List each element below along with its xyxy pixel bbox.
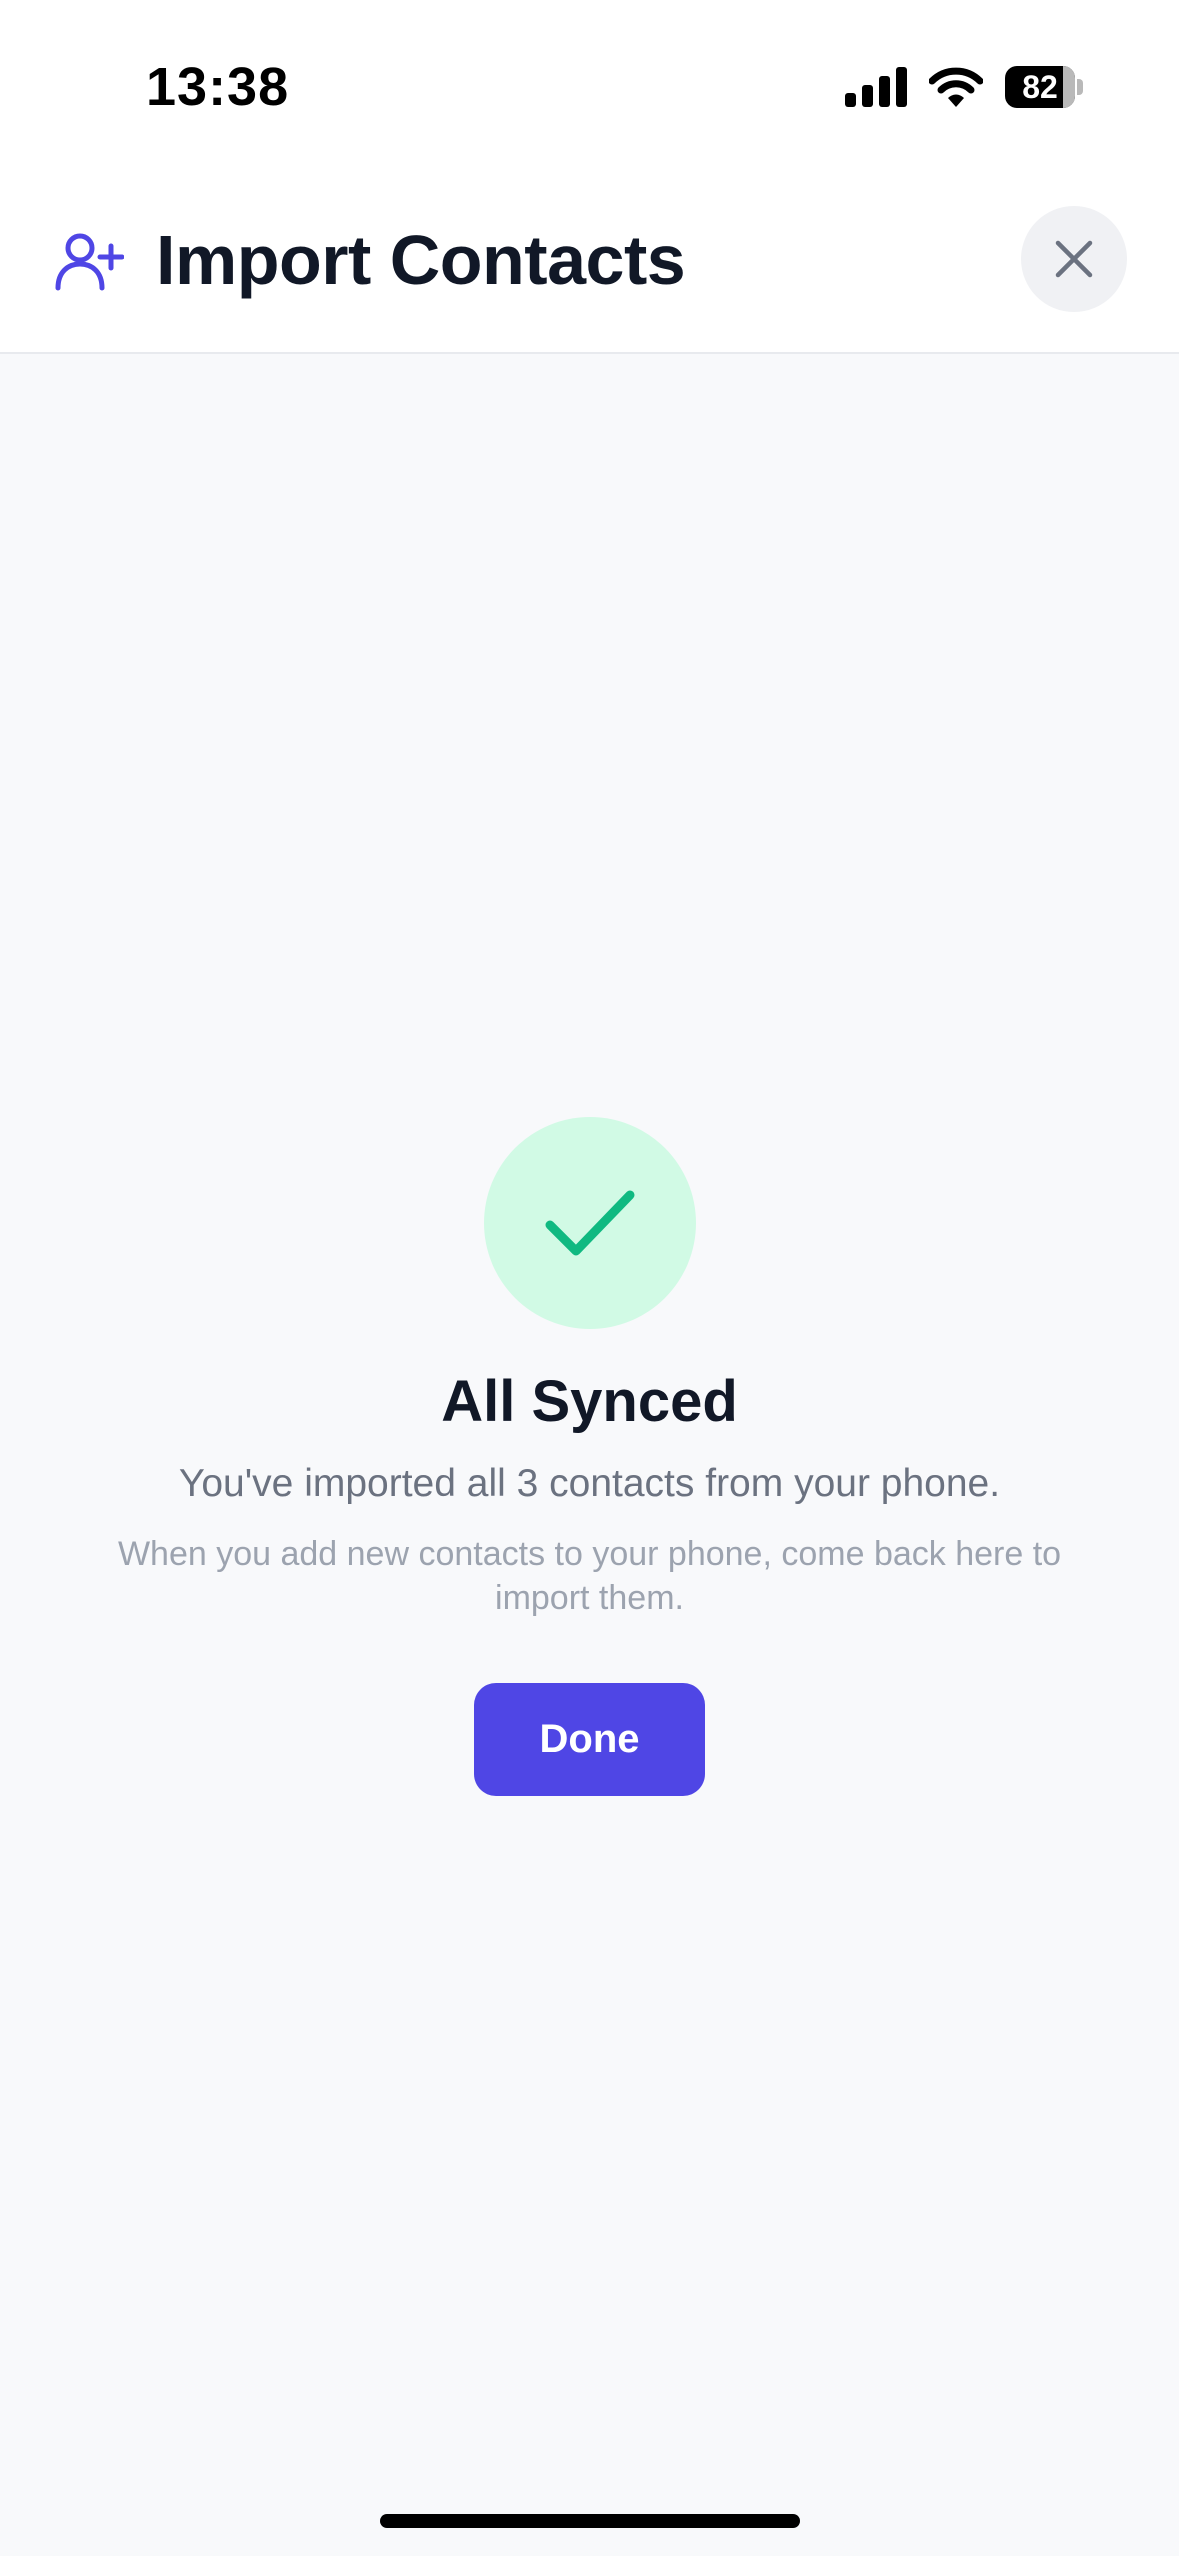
user-plus-icon (55, 233, 124, 291)
page-title: Import Contacts (156, 221, 686, 299)
close-button[interactable] (1021, 206, 1127, 312)
wifi-icon (929, 67, 983, 107)
battery-icon: 82 (1005, 66, 1083, 108)
close-icon (1055, 240, 1093, 278)
home-indicator[interactable] (380, 2514, 800, 2528)
success-badge (484, 1117, 696, 1329)
check-icon (545, 1190, 635, 1256)
signal-icon (845, 67, 907, 107)
sync-hint-text: When you add new contacts to your phone,… (117, 1535, 1062, 1617)
status-time: 13:38 (146, 57, 290, 117)
done-button[interactable]: Done (474, 1683, 705, 1796)
sync-status-title: All Synced (441, 1369, 738, 1434)
battery-cap (1077, 79, 1083, 95)
battery-level: 82 (1022, 68, 1058, 105)
sync-status-subtitle: You've imported all 3 contacts from your… (178, 1462, 1001, 1505)
status-bar: 13:38 82 (0, 0, 1179, 176)
header: Import Contacts (0, 176, 1179, 354)
status-icons: 82 (845, 64, 1083, 110)
battery-body: 82 (1005, 66, 1075, 108)
